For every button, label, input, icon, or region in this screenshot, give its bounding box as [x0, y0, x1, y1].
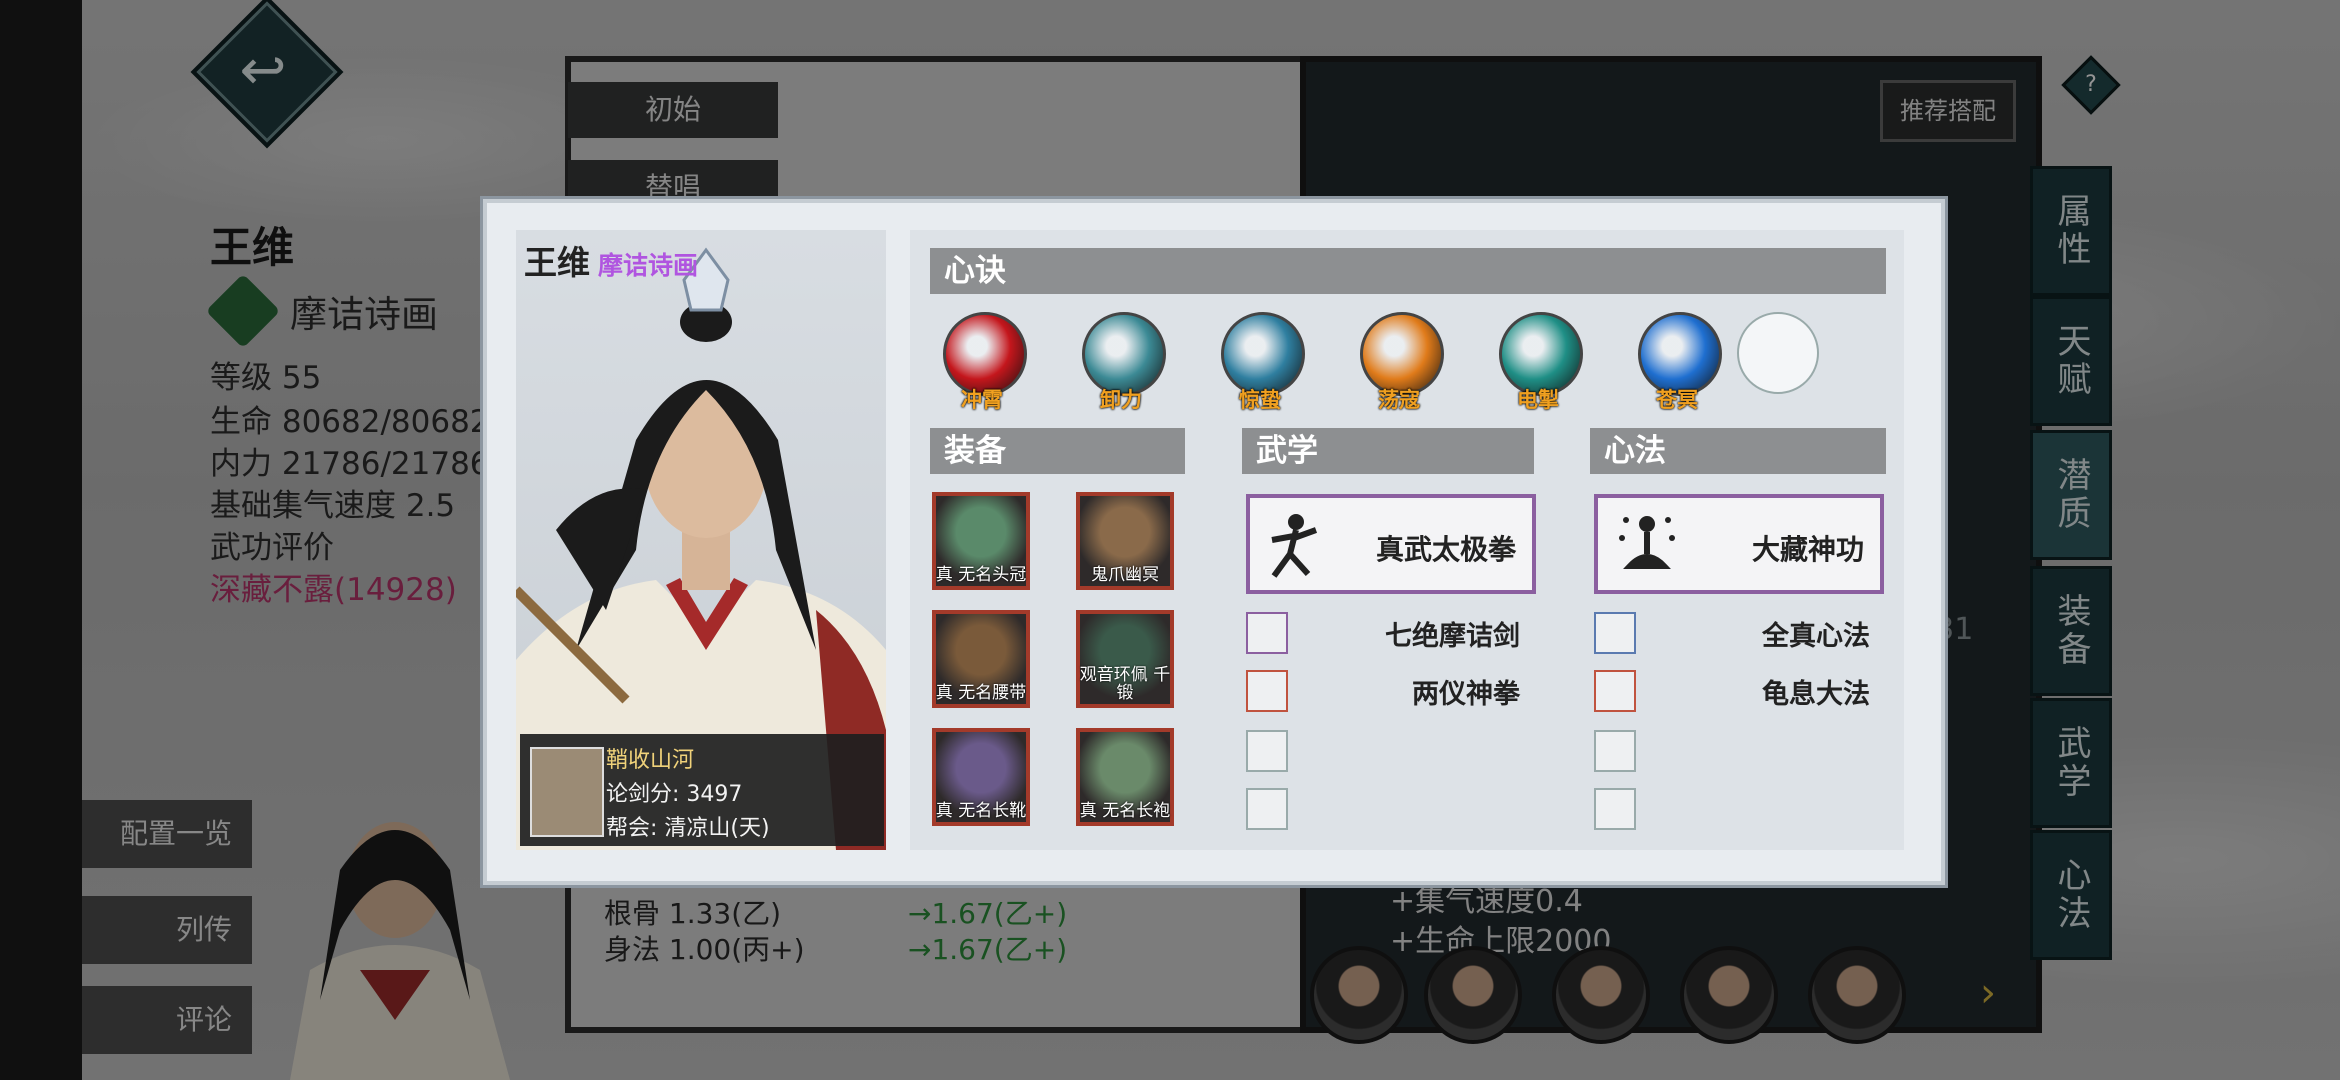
martial-slot-empty[interactable] [1246, 788, 1288, 830]
player-avatar [530, 747, 604, 837]
xinjue-skill-label: 电掣 [1517, 388, 1559, 412]
meditation-icon [1619, 516, 1675, 569]
equipment-slot[interactable]: 真 无名腰带 [932, 610, 1030, 708]
mind-name-1: 全真心法 [1762, 621, 1870, 652]
equipment-header: 装备 [930, 428, 1185, 474]
martial-main-slot[interactable]: 真武太极拳 [1246, 494, 1536, 594]
equipment-slot[interactable]: 真 无名头冠 [932, 492, 1030, 590]
mind-name-2: 龟息大法 [1762, 679, 1870, 710]
martial-header: 武学 [1242, 428, 1534, 474]
player-name: 鞘收山河 [606, 748, 695, 773]
modal-hero-title: 摩诘诗画 [598, 251, 699, 280]
equipment-slot[interactable]: 真 无名长袍 [1076, 728, 1174, 826]
xinjue-header: 心诀 [930, 248, 1886, 294]
xinjue-empty-slot[interactable] [1737, 312, 1819, 394]
equipment-slot[interactable]: 真 无名长靴 [932, 728, 1030, 826]
mind-main-slot[interactable]: 大藏神功 [1594, 494, 1884, 594]
equipment-label: 真 无名头冠 [935, 565, 1027, 585]
equipment-label: 观音环佩 千锻 [1079, 665, 1171, 703]
mind-header: 心法 [1590, 428, 1886, 474]
martial-slot-empty[interactable] [1246, 730, 1288, 772]
player-guild: 帮会: 清凉山(天) [606, 816, 770, 841]
xinjue-skill-label: 卸力 [1100, 388, 1142, 412]
mind-slot-empty[interactable] [1594, 730, 1636, 772]
martial-slot-2[interactable] [1246, 670, 1288, 712]
equipment-slot[interactable]: 鬼爪幽冥 [1076, 492, 1174, 590]
martial-figure-icon [1271, 514, 1318, 578]
equipment-slot[interactable]: 观音环佩 千锻 [1076, 610, 1174, 708]
martial-name-2: 两仪神拳 [1412, 679, 1520, 710]
equipment-label: 真 无名腰带 [935, 683, 1027, 703]
modal-hero-name: 王维 [524, 243, 590, 282]
equipment-label: 真 无名长袍 [1079, 801, 1171, 821]
xinjue-skill-label: 苍冥 [1656, 388, 1698, 412]
mind-slot-empty[interactable] [1594, 788, 1636, 830]
xinjue-skill-label: 惊蛰 [1239, 388, 1281, 412]
mind-slot-2[interactable] [1594, 670, 1636, 712]
xinjue-skill-label: 冲霄 [961, 388, 1003, 412]
martial-name-1: 七绝摩诘剑 [1385, 621, 1520, 652]
mind-slot-1[interactable] [1594, 612, 1636, 654]
mind-main-name: 大藏神功 [1751, 533, 1864, 566]
martial-slot-1[interactable] [1246, 612, 1288, 654]
xinjue-skill-label: 荡寇 [1378, 388, 1420, 412]
equipment-label: 真 无名长靴 [935, 801, 1027, 821]
equipment-label: 鬼爪幽冥 [1091, 565, 1159, 585]
martial-main-name: 真武太极拳 [1375, 533, 1516, 566]
player-score: 论剑分: 3497 [606, 782, 743, 807]
